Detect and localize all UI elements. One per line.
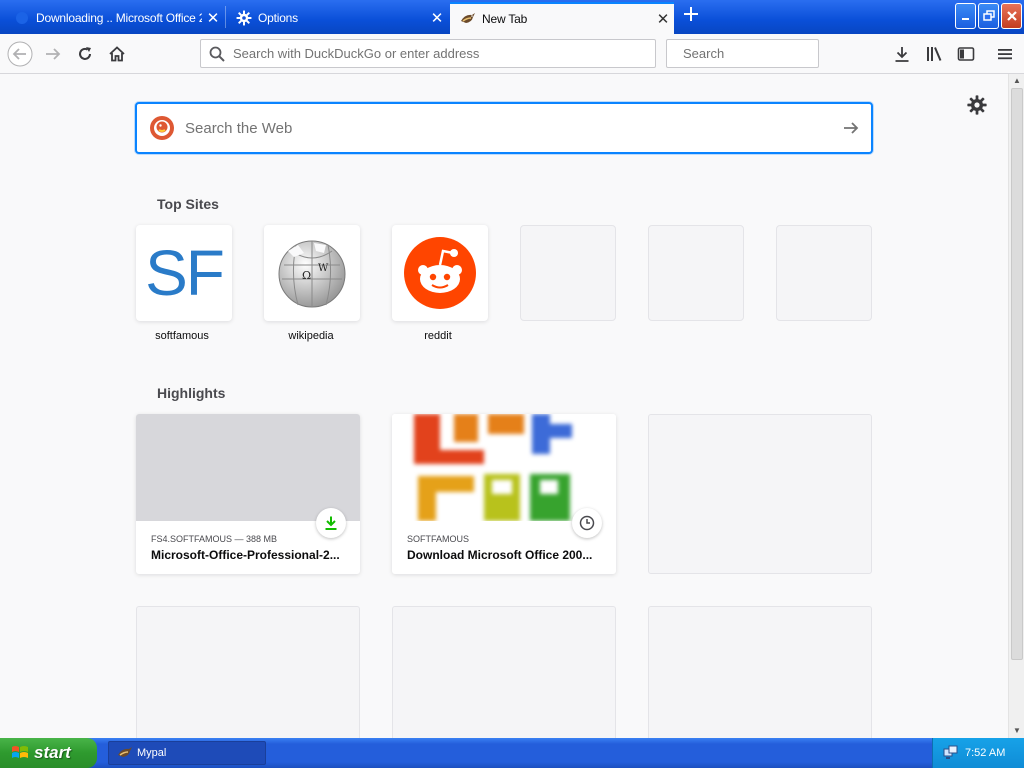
arrow-right-icon — [844, 122, 859, 134]
highlight-card[interactable]: FS4.SOFTFAMOUS — 388 MB Microsoft-Office… — [136, 414, 360, 574]
highlight-empty — [136, 606, 360, 738]
tab-downloading[interactable]: Downloading .. Microsoft Office 20 ✕ — [4, 2, 224, 34]
top-sites-title: Top Sites — [157, 196, 219, 212]
wikipedia-w: W — [318, 263, 329, 274]
close-icon — [1006, 11, 1017, 21]
top-site-empty[interactable] — [776, 225, 872, 321]
restore-button[interactable] — [978, 3, 999, 29]
scroll-down-arrow[interactable]: ▼ — [1009, 724, 1024, 738]
top-site-label: softfamous — [155, 330, 209, 342]
sidebar-icon — [957, 47, 975, 61]
system-clock: 7:52 AM — [965, 747, 1006, 759]
library-button[interactable] — [919, 39, 949, 69]
close-window-button[interactable] — [1001, 3, 1022, 29]
blue-circle-icon — [14, 10, 30, 26]
new-tab-page: Top Sites SF softfamous Ω W wikipedia re… — [0, 74, 1008, 738]
plus-icon — [684, 7, 698, 21]
web-search-input[interactable] — [185, 119, 831, 137]
close-icon[interactable]: ✕ — [652, 10, 674, 28]
forward-button[interactable] — [38, 39, 68, 69]
windows-taskbar: start Mypal 7:52 AM — [0, 738, 1024, 768]
page-settings-button[interactable] — [966, 94, 988, 116]
windows-logo-icon — [12, 746, 28, 758]
mypal-bird-icon — [118, 747, 132, 757]
scrollbar-thumb[interactable] — [1011, 88, 1023, 660]
download-icon — [325, 516, 337, 530]
search-bar[interactable] — [666, 39, 859, 68]
wikipedia-omega: Ω — [302, 269, 311, 282]
tab-options[interactable]: Options ✕ — [226, 2, 448, 34]
system-tray: 7:52 AM — [932, 738, 1024, 768]
highlights-title: Highlights — [157, 385, 226, 401]
highlight-empty — [392, 606, 616, 738]
library-icon — [927, 47, 942, 61]
search-input[interactable] — [683, 46, 859, 61]
minimize-icon — [961, 18, 969, 20]
search-submit-button[interactable] — [831, 108, 871, 148]
navigation-toolbar — [0, 34, 1024, 74]
clock-icon — [579, 515, 595, 531]
highlight-meta: SOFTFAMOUS — [407, 534, 470, 544]
back-button[interactable] — [5, 39, 35, 69]
search-icon — [209, 46, 225, 62]
office-logo-thumbnail — [392, 414, 616, 521]
forward-arrow-icon — [46, 48, 61, 60]
tab-title: New Tab — [482, 12, 528, 26]
highlight-title: Microsoft-Office-Professional-2... — [151, 548, 340, 562]
highlight-card[interactable]: SOFTFAMOUS Download Microsoft Office 200… — [392, 414, 616, 574]
reload-icon — [79, 47, 91, 60]
download-arrow-icon — [895, 47, 909, 62]
highlight-thumbnail — [136, 414, 360, 521]
reload-button[interactable] — [70, 39, 100, 69]
top-site-softfamous[interactable]: SF — [136, 225, 232, 321]
top-site-label: wikipedia — [288, 330, 334, 342]
top-site-empty[interactable] — [520, 225, 616, 321]
sidebar-button[interactable] — [951, 39, 981, 69]
taskbar-item-mypal[interactable]: Mypal — [108, 741, 266, 765]
gear-icon — [967, 95, 987, 115]
close-icon[interactable]: ✕ — [202, 9, 224, 27]
top-site-label: reddit — [424, 330, 452, 342]
close-icon[interactable]: ✕ — [426, 9, 448, 27]
address-bar[interactable] — [200, 39, 656, 68]
reddit-alien-icon — [404, 237, 476, 309]
address-input[interactable] — [233, 46, 655, 61]
start-label: start — [34, 743, 71, 762]
start-button[interactable]: start — [0, 738, 97, 768]
top-site-empty[interactable] — [648, 225, 744, 321]
back-arrow-icon — [7, 41, 33, 67]
web-search-box[interactable] — [135, 102, 873, 154]
tab-title: Downloading .. Microsoft Office 20 — [36, 11, 202, 25]
softfamous-logo: SF — [145, 237, 225, 309]
new-tab-button[interactable] — [678, 4, 704, 30]
minimize-button[interactable] — [955, 3, 976, 29]
wikipedia-globe-icon: Ω W — [278, 240, 346, 308]
tab-title: Options — [258, 11, 298, 25]
top-site-wikipedia[interactable]: Ω W — [264, 225, 360, 321]
top-site-reddit[interactable] — [392, 225, 488, 321]
tab-new-tab[interactable]: New Tab ✕ — [450, 2, 674, 34]
menu-button[interactable] — [990, 39, 1020, 69]
restore-icon — [982, 10, 995, 21]
home-icon — [109, 46, 125, 62]
duckduckgo-icon — [150, 116, 174, 140]
taskbar-item-label: Mypal — [137, 747, 167, 759]
scroll-up-arrow[interactable]: ▲ — [1009, 74, 1024, 88]
hamburger-menu-icon — [998, 49, 1012, 60]
mypal-bird-icon — [460, 11, 476, 27]
highlight-empty — [648, 414, 872, 574]
highlight-title: Download Microsoft Office 200... — [407, 548, 593, 562]
tab-strip: Downloading .. Microsoft Office 20 ✕ Opt… — [0, 0, 1024, 34]
download-badge — [316, 508, 346, 538]
network-icon[interactable] — [943, 745, 959, 761]
highlight-empty — [648, 606, 872, 738]
home-button[interactable] — [102, 39, 132, 69]
gear-icon — [236, 10, 252, 26]
history-badge — [572, 508, 602, 538]
highlight-meta: FS4.SOFTFAMOUS — 388 MB — [151, 534, 278, 544]
downloads-button[interactable] — [887, 39, 917, 69]
vertical-scrollbar[interactable]: ▲ ▼ — [1008, 74, 1024, 738]
